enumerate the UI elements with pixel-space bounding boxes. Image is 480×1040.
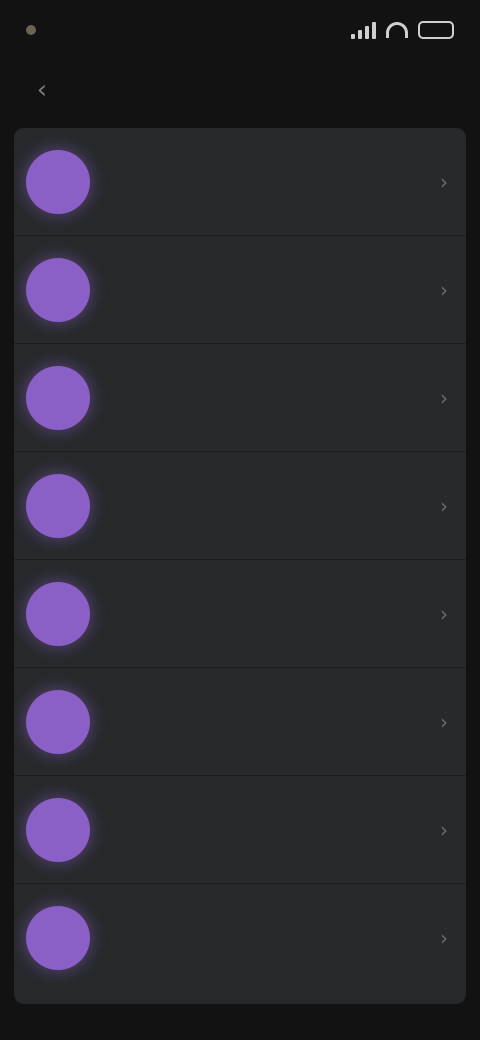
list-item-text [108, 934, 428, 942]
avatar [26, 797, 90, 862]
list-item-text [108, 286, 428, 294]
list-item-meta: › [428, 602, 448, 626]
app-screen: ‹ › › › › › › › › [0, 0, 480, 1040]
back-button[interactable]: ‹ [24, 72, 60, 108]
list-item[interactable]: › [14, 128, 466, 236]
chevron-right-icon: › [440, 493, 448, 518]
list-item-text [108, 826, 428, 834]
status-right [351, 21, 454, 39]
list-item[interactable]: › [14, 776, 466, 884]
wifi-icon [386, 22, 408, 38]
list-item-text [108, 502, 428, 510]
status-indicator-dot [26, 25, 36, 35]
avatar [26, 473, 90, 538]
list-item-text [108, 394, 428, 402]
avatar [26, 365, 90, 430]
list-item[interactable]: › [14, 344, 466, 452]
list-item-meta: › [428, 818, 448, 842]
chevron-right-icon: › [440, 385, 448, 410]
list-item-meta: › [428, 710, 448, 734]
list-item-text [108, 178, 428, 186]
list-item[interactable]: › [14, 560, 466, 668]
chevron-left-icon: ‹ [36, 75, 48, 105]
avatar [26, 689, 90, 754]
chevron-right-icon: › [440, 169, 448, 194]
avatar [26, 581, 90, 646]
avatar [26, 149, 90, 214]
chevron-right-icon: › [440, 926, 448, 950]
battery-icon [418, 21, 454, 39]
status-left [26, 25, 44, 35]
conversation-list: › › › › › › › › [14, 128, 466, 1004]
chevron-right-icon: › [440, 817, 448, 842]
list-item[interactable]: › [14, 452, 466, 560]
status-bar [0, 0, 480, 60]
list-item-text [108, 718, 428, 726]
header: ‹ [0, 60, 480, 120]
list-item-meta: › [428, 278, 448, 302]
list-item-meta: › [428, 386, 448, 410]
chevron-right-icon: › [440, 277, 448, 302]
list-item-text [108, 610, 428, 618]
list-item[interactable]: › [14, 668, 466, 776]
chevron-right-icon: › [440, 709, 448, 734]
list-item-meta: › [428, 926, 448, 950]
list-item[interactable]: › [14, 884, 466, 992]
chevron-right-icon: › [440, 601, 448, 626]
list-item-meta: › [428, 170, 448, 194]
signal-icon [351, 21, 376, 39]
avatar [26, 906, 90, 970]
list-item[interactable]: › [14, 236, 466, 344]
avatar [26, 257, 90, 322]
list-item-meta: › [428, 494, 448, 518]
